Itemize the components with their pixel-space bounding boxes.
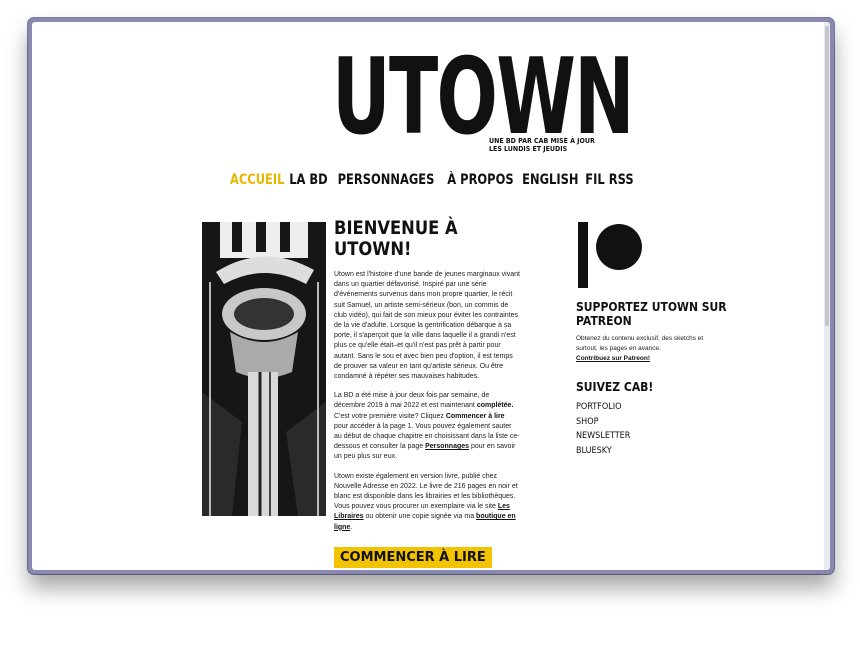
comic-illustration xyxy=(202,222,326,516)
book-paragraph: Utown existe également en version livre,… xyxy=(334,472,518,531)
nav-accueil[interactable]: ACCUEIL xyxy=(230,172,284,188)
patreon-icon[interactable] xyxy=(576,222,656,288)
scrollbar-thumb[interactable] xyxy=(825,26,829,326)
browser-window: UTOWN UNE BD PAR CAB MISE À JOUR LES LUN… xyxy=(28,18,834,574)
patreon-text: Obtenez du contenu exclusif, des sketchs… xyxy=(576,335,704,362)
intro-paragraph: Utown est l'histoire d'une bande de jeun… xyxy=(334,271,520,381)
follow-links: PORTFOLIO SHOP NEWSLETTER BLUESKY xyxy=(576,400,726,458)
status-paragraph: La BD a été mise à jour deux fois par se… xyxy=(334,392,520,461)
newsletter-link[interactable]: NEWSLETTER xyxy=(576,429,726,444)
personnages-link[interactable]: Personnages xyxy=(425,443,469,450)
patreon-link[interactable]: Contribuez sur Patreon! xyxy=(576,355,650,362)
sidebar: SUPPORTEZ UTOWN SUR PATREON Obtenez du c… xyxy=(576,222,727,458)
nav-english[interactable]: ENGLISH xyxy=(522,172,578,188)
vertical-scrollbar[interactable] xyxy=(824,22,830,570)
nav-fil-rss[interactable]: FIL RSS xyxy=(585,172,633,188)
main-nav: ACCUEIL LA BD PERSONNAGES À PROPOS ENGLI… xyxy=(32,172,830,188)
bluesky-link[interactable]: BLUESKY xyxy=(576,444,726,459)
portfolio-link[interactable]: PORTFOLIO xyxy=(576,400,726,415)
site-logo[interactable]: UTOWN UNE BD PAR CAB MISE À JOUR LES LUN… xyxy=(332,44,635,164)
shop-link[interactable]: SHOP xyxy=(576,415,726,430)
nav-personnages[interactable]: PERSONNAGES xyxy=(338,172,435,188)
start-reading-button[interactable]: COMMENCER À LIRE xyxy=(334,546,492,568)
welcome-section: BIENVENUE À UTOWN! Utown est l'histoire … xyxy=(334,218,520,568)
patreon-title: SUPPORTEZ UTOWN SUR PATREON xyxy=(576,300,727,328)
nav-a-propos[interactable]: À PROPOS xyxy=(447,172,513,188)
welcome-title: BIENVENUE À UTOWN! xyxy=(334,217,458,260)
nav-la-bd[interactable]: LA BD xyxy=(289,172,327,188)
logo-tagline: UNE BD PAR CAB MISE À JOUR LES LUNDIS ET… xyxy=(489,137,595,153)
logo-wordmark: UTOWN xyxy=(332,35,635,158)
page-viewport[interactable]: UTOWN UNE BD PAR CAB MISE À JOUR LES LUN… xyxy=(32,22,830,570)
follow-title: SUIVEZ CAB! xyxy=(576,380,654,394)
